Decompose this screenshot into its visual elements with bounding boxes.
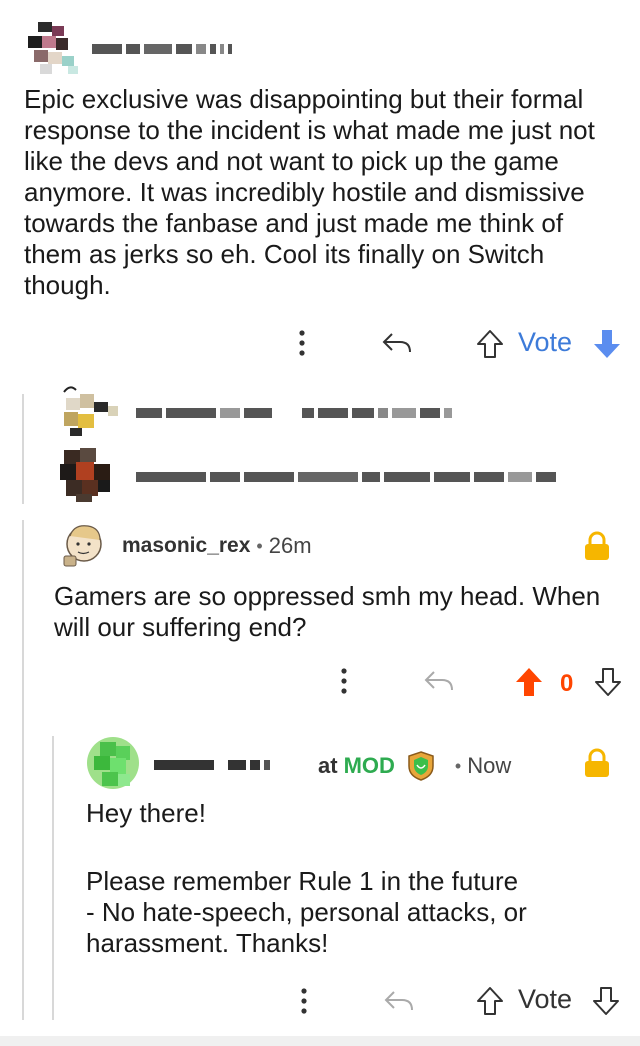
username-suffix[interactable]: at	[318, 753, 338, 779]
comment-body: Epic exclusive was disappointing but the…	[24, 84, 595, 300]
reply-icon[interactable]	[380, 330, 414, 356]
downvote-icon[interactable]	[592, 986, 620, 1016]
avatar[interactable]	[60, 522, 106, 570]
upvote-icon[interactable]	[476, 986, 504, 1016]
more-options-icon[interactable]	[298, 986, 310, 1016]
redacted-text	[136, 468, 560, 482]
downvote-icon[interactable]	[594, 667, 622, 697]
reply-body: Gamers are so oppressed smh my head. Whe…	[54, 581, 601, 642]
more-options-icon[interactable]	[338, 666, 350, 696]
reply-icon[interactable]	[382, 988, 416, 1014]
avatar[interactable]	[60, 384, 120, 440]
avatar[interactable]	[86, 736, 140, 790]
thread-line[interactable]	[22, 520, 24, 1020]
mod-greeting: Hey there!	[86, 798, 206, 828]
separator-dot: •	[256, 535, 263, 556]
upvote-icon[interactable]	[514, 666, 544, 698]
thread-line[interactable]	[52, 736, 54, 1020]
avatar[interactable]	[28, 18, 82, 76]
username[interactable]: masonic_rex	[122, 534, 250, 558]
more-options-icon[interactable]	[296, 328, 308, 358]
thread-line[interactable]	[22, 394, 24, 504]
separator-dot: •	[454, 755, 462, 776]
mod-badge: MOD	[343, 753, 395, 778]
bottom-bar	[0, 1036, 640, 1046]
mod-rule-line: Please remember Rule 1 in the future	[86, 866, 519, 896]
username-redacted[interactable]	[92, 40, 236, 54]
lock-icon	[584, 748, 610, 778]
avatar[interactable]	[56, 448, 120, 504]
vote-label: Vote	[518, 984, 573, 1014]
shield-icon	[405, 750, 437, 782]
vote-label: Vote	[518, 327, 573, 357]
lock-icon	[584, 531, 610, 561]
downvote-icon[interactable]	[592, 328, 622, 360]
redacted-text	[136, 404, 456, 418]
timestamp: 26m	[268, 533, 312, 558]
vote-score: 0	[560, 670, 574, 697]
upvote-icon[interactable]	[476, 329, 504, 359]
timestamp: Now	[467, 753, 512, 778]
mod-rule-detail: - No hate-speech, personal attacks, or h…	[86, 897, 527, 958]
username-redacted[interactable]	[154, 756, 274, 770]
reply-icon[interactable]	[422, 668, 456, 694]
